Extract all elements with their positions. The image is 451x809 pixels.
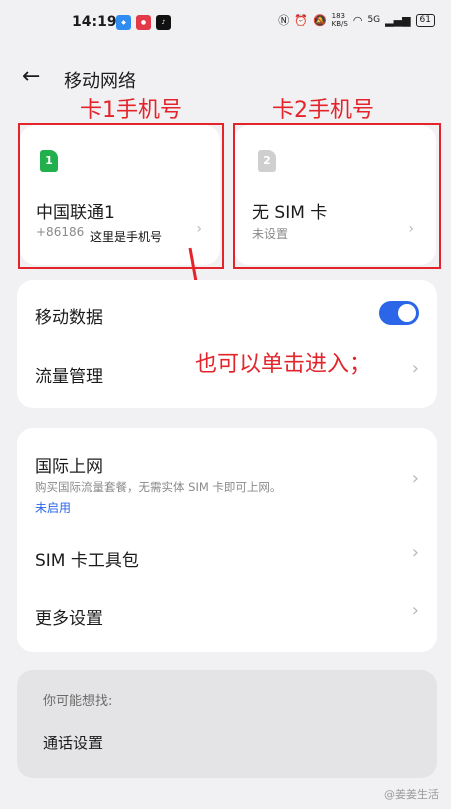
chevron-right-icon: › bbox=[411, 358, 419, 379]
wifi-icon: ◠ bbox=[352, 13, 363, 27]
status-bar: 14:19 ◆ ● ♪ Ⓝ ⏰ 🔕 183 KB/S ◠ 5G ▂▄▆ 61 bbox=[0, 0, 451, 44]
more-settings-row[interactable]: 更多设置 › bbox=[17, 588, 437, 648]
annotation-sim1: 卡1手机号 bbox=[80, 98, 182, 123]
chevron-right-icon: › bbox=[411, 468, 419, 489]
sim-toolkit-row[interactable]: SIM 卡工具包 › bbox=[17, 528, 437, 588]
network-speed: 183 KB/S bbox=[331, 12, 348, 28]
tiktok-icon: ♪ bbox=[156, 15, 171, 30]
status-indicators: Ⓝ ⏰ 🔕 183 KB/S ◠ 5G ▂▄▆ 61 bbox=[278, 12, 435, 28]
battery-icon: 61 bbox=[415, 13, 435, 27]
intl-roaming-title: 国际上网 bbox=[35, 457, 103, 477]
mobile-data-label: 移动数据 bbox=[35, 308, 103, 328]
page-title: 移动网络 bbox=[64, 71, 136, 92]
network-type: 5G bbox=[367, 15, 381, 25]
suggestion-call-settings[interactable]: 通话设置 bbox=[43, 732, 103, 753]
suggestion-card: 你可能想找: 通话设置 bbox=[17, 670, 437, 778]
app-notification-icon: ● bbox=[136, 15, 151, 30]
toggle-knob bbox=[398, 304, 416, 322]
nfc-icon: Ⓝ bbox=[278, 14, 290, 27]
chevron-right-icon: › bbox=[411, 542, 419, 563]
app-notification-icon: ◆ bbox=[116, 15, 131, 30]
data-usage-label: 流量管理 bbox=[35, 367, 103, 387]
annotation-box-sim2 bbox=[233, 123, 441, 269]
back-arrow-icon[interactable]: ← bbox=[22, 64, 40, 89]
annotation-sim2: 卡2手机号 bbox=[272, 98, 374, 123]
annotation-click-note: 也可以单击进入； bbox=[195, 352, 372, 377]
more-settings-label: 更多设置 bbox=[35, 609, 103, 629]
sim-toolkit-label: SIM 卡工具包 bbox=[35, 551, 139, 571]
mute-icon: 🔕 bbox=[312, 13, 327, 27]
suggestion-heading: 你可能想找: bbox=[43, 694, 113, 709]
alarm-icon: ⏰ bbox=[294, 13, 308, 27]
settings-group: 国际上网 购买国际流量套餐，无需实体 SIM 卡即可上网。 未启用 › SIM … bbox=[17, 428, 437, 652]
intl-roaming-row[interactable]: 国际上网 购买国际流量套餐，无需实体 SIM 卡即可上网。 未启用 › bbox=[17, 428, 437, 524]
intl-roaming-desc: 购买国际流量套餐，无需实体 SIM 卡即可上网。 bbox=[35, 480, 282, 494]
signal-icon: ▂▄▆ bbox=[385, 13, 411, 27]
chevron-right-icon: › bbox=[411, 600, 419, 621]
mobile-data-toggle[interactable] bbox=[379, 301, 419, 325]
watermark: @姜姜生活 bbox=[384, 788, 439, 801]
mobile-data-group: 移动数据 流量管理 › bbox=[17, 280, 437, 408]
status-time: 14:19 bbox=[72, 14, 117, 30]
mobile-data-row[interactable]: 移动数据 bbox=[17, 280, 437, 344]
intl-roaming-status: 未启用 bbox=[35, 501, 72, 515]
